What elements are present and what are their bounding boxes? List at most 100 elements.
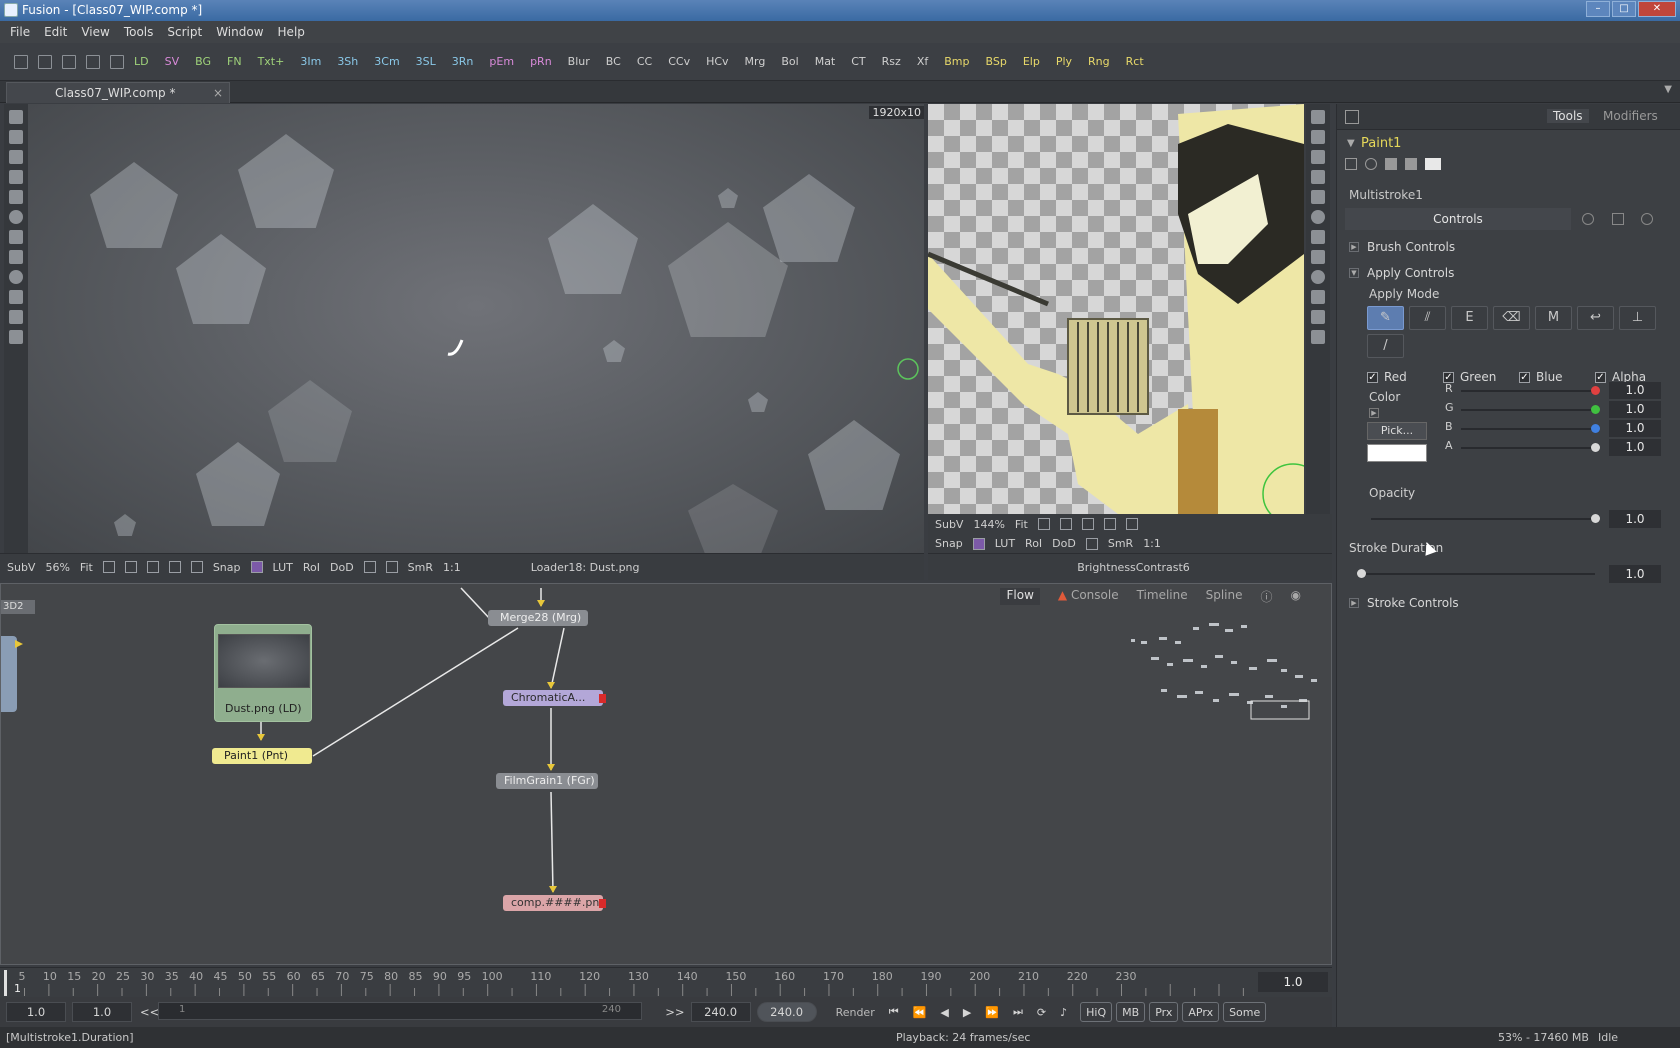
tool-button-prn[interactable]: pRn [530, 55, 552, 68]
hiq-button[interactable]: HiQ [1080, 1002, 1113, 1022]
brush-controls-row[interactable]: ▶ Brush Controls [1349, 240, 1455, 254]
menu-view[interactable]: View [81, 21, 109, 43]
fit-button[interactable]: Fit [1015, 518, 1028, 531]
gear-icon[interactable] [1612, 213, 1624, 225]
tool-button-ld[interactable]: LD [134, 55, 149, 68]
apply-emboss-mode-button[interactable]: E [1451, 306, 1488, 330]
expand-tool-icon[interactable]: ▼ [1347, 138, 1355, 149]
slider-knob[interactable] [1591, 386, 1600, 395]
fit-button[interactable]: Fit [80, 561, 93, 574]
snap-dropdown[interactable]: Snap [213, 561, 241, 574]
playhead-start-marker[interactable] [4, 970, 7, 996]
layout-dual-icon[interactable] [38, 54, 52, 69]
slider-knob[interactable] [1591, 514, 1600, 523]
go-to-start-icon[interactable]: ⏮ [884, 1002, 904, 1022]
tab-modifiers[interactable]: Modifiers [1603, 109, 1658, 123]
rectangle-tool-icon[interactable] [1311, 230, 1325, 244]
tool-button-txt[interactable]: Txt+ [258, 55, 285, 68]
wand-tool-icon[interactable] [1311, 270, 1325, 284]
timeline-ruler[interactable]: 5 10 15 20 25 30 35 40 45 50 55 60 65 70 75 80 85 90 95 100… [0, 967, 1332, 997]
stroke-duration-slider[interactable] [1357, 569, 1595, 578]
navigator-viewport[interactable] [1250, 700, 1310, 720]
tool-button-pem[interactable]: pEm [489, 55, 514, 68]
color-tag-icon[interactable] [1425, 158, 1441, 170]
step-forward-icon[interactable]: ⏩ [980, 1002, 1004, 1022]
flow-navigator[interactable] [1131, 619, 1321, 739]
eraser-tool-icon[interactable] [9, 310, 23, 324]
circle-icon[interactable] [1125, 518, 1138, 530]
circle-tool-icon[interactable] [9, 210, 23, 224]
clone-tool-icon[interactable] [9, 290, 23, 304]
rect-icon[interactable] [168, 561, 181, 573]
range-back-button[interactable]: << [140, 1005, 159, 1019]
polyline-stroke-icon[interactable] [9, 170, 23, 184]
lut-button[interactable]: LUT [995, 537, 1015, 550]
play-reverse-icon[interactable]: ◀ [935, 1002, 953, 1022]
one-to-one-button[interactable]: 1:1 [443, 561, 461, 574]
stroke-duration-value[interactable]: 1.0 [1609, 565, 1661, 583]
global-start-field[interactable]: 1.0 [6, 1002, 66, 1022]
layout-grid-icon[interactable] [86, 54, 100, 69]
checker-icon[interactable] [1081, 518, 1094, 530]
tool-button-hcv[interactable]: HCv [706, 55, 728, 68]
channel-r-value[interactable]: 1.0 [1609, 382, 1661, 399]
channel-r-slider[interactable] [1461, 386, 1600, 395]
disable-icon[interactable] [1365, 158, 1377, 170]
tool-button-rng[interactable]: Rng [1088, 55, 1110, 68]
range-slider[interactable]: 1 240 [158, 1002, 642, 1020]
menu-window[interactable]: Window [216, 21, 263, 43]
controls-tab[interactable]: Controls [1345, 208, 1571, 230]
zoom-dropdown[interactable]: 144% [973, 518, 1004, 531]
node-merge28[interactable]: Merge28 (Mrg) [488, 610, 588, 626]
tool-button-rsz[interactable]: Rsz [882, 55, 901, 68]
close-tab-icon[interactable]: × [213, 83, 223, 103]
subv-button[interactable]: SubV [7, 561, 35, 574]
channel-icon[interactable] [972, 537, 985, 550]
bezier-icon[interactable] [1311, 190, 1325, 204]
tool-button-3cm[interactable]: 3Cm [374, 55, 399, 68]
channel-b-slider[interactable] [1461, 424, 1600, 433]
tool-button-3im[interactable]: 3Im [300, 55, 321, 68]
node-filmgrain1[interactable]: FilmGrain1 (FGr) [496, 773, 598, 789]
tool-button-ct[interactable]: CT [851, 55, 865, 68]
aprx-button[interactable]: APrx [1182, 1002, 1220, 1022]
minimize-icon[interactable]: – [1586, 1, 1610, 17]
save-icon[interactable] [1405, 158, 1417, 170]
smr-button[interactable]: SmR [408, 561, 433, 574]
tool-button-3sh[interactable]: 3Sh [337, 55, 358, 68]
right-viewer[interactable] [928, 104, 1304, 514]
tool-button-bsp[interactable]: BSp [985, 55, 1006, 68]
apply-clone-mode-button[interactable]: ⫽ [1409, 306, 1446, 330]
layout-single-icon[interactable] [14, 54, 28, 69]
doc-tab[interactable]: Class07_WIP.comp * × [6, 82, 230, 103]
settings-icon[interactable] [1582, 213, 1594, 225]
apply-wire-mode-button[interactable]: / [1367, 334, 1404, 358]
tool-name[interactable]: Paint1 [1361, 136, 1401, 151]
checkerboard-icon[interactable] [385, 561, 398, 573]
blue-checkbox[interactable]: ✓ Blue [1519, 370, 1563, 384]
tool-button-bg[interactable]: BG [195, 55, 211, 68]
render-button[interactable]: Render [831, 1002, 880, 1022]
step-back-icon[interactable]: ⏪ [908, 1002, 932, 1022]
channel-b-value[interactable]: 1.0 [1609, 420, 1661, 437]
play-icon[interactable]: ▶ [958, 1002, 976, 1022]
mb-button[interactable]: MB [1116, 1002, 1146, 1022]
apply-controls-row[interactable]: ▼ Apply Controls [1349, 266, 1454, 280]
render-end-field[interactable]: 240.0 [690, 1002, 751, 1022]
paint-brush-icon[interactable] [1311, 130, 1325, 144]
tool-button-xf[interactable]: Xf [917, 55, 928, 68]
menu-tools[interactable]: Tools [124, 21, 154, 43]
slider-knob[interactable] [1591, 424, 1600, 433]
current-frame-field[interactable]: 1.0 [1258, 972, 1328, 992]
stroke-tool-icon[interactable] [9, 150, 23, 164]
apply-stamp-mode-button[interactable]: ⊥ [1619, 306, 1656, 330]
paint-brush-icon[interactable] [9, 130, 23, 144]
left-viewer[interactable]: 1920x10 [28, 104, 924, 553]
node-dust-loader[interactable]: Dust.png (LD) [214, 624, 312, 722]
snap-dropdown[interactable]: Snap [935, 537, 963, 550]
pick-icon[interactable] [1037, 518, 1050, 530]
go-to-end-icon[interactable]: ⏭ [1008, 1002, 1028, 1022]
tool-button-bol[interactable]: Bol [781, 55, 798, 68]
info-icon[interactable] [1641, 213, 1653, 225]
loop-icon[interactable]: ⟳ [1032, 1002, 1051, 1022]
